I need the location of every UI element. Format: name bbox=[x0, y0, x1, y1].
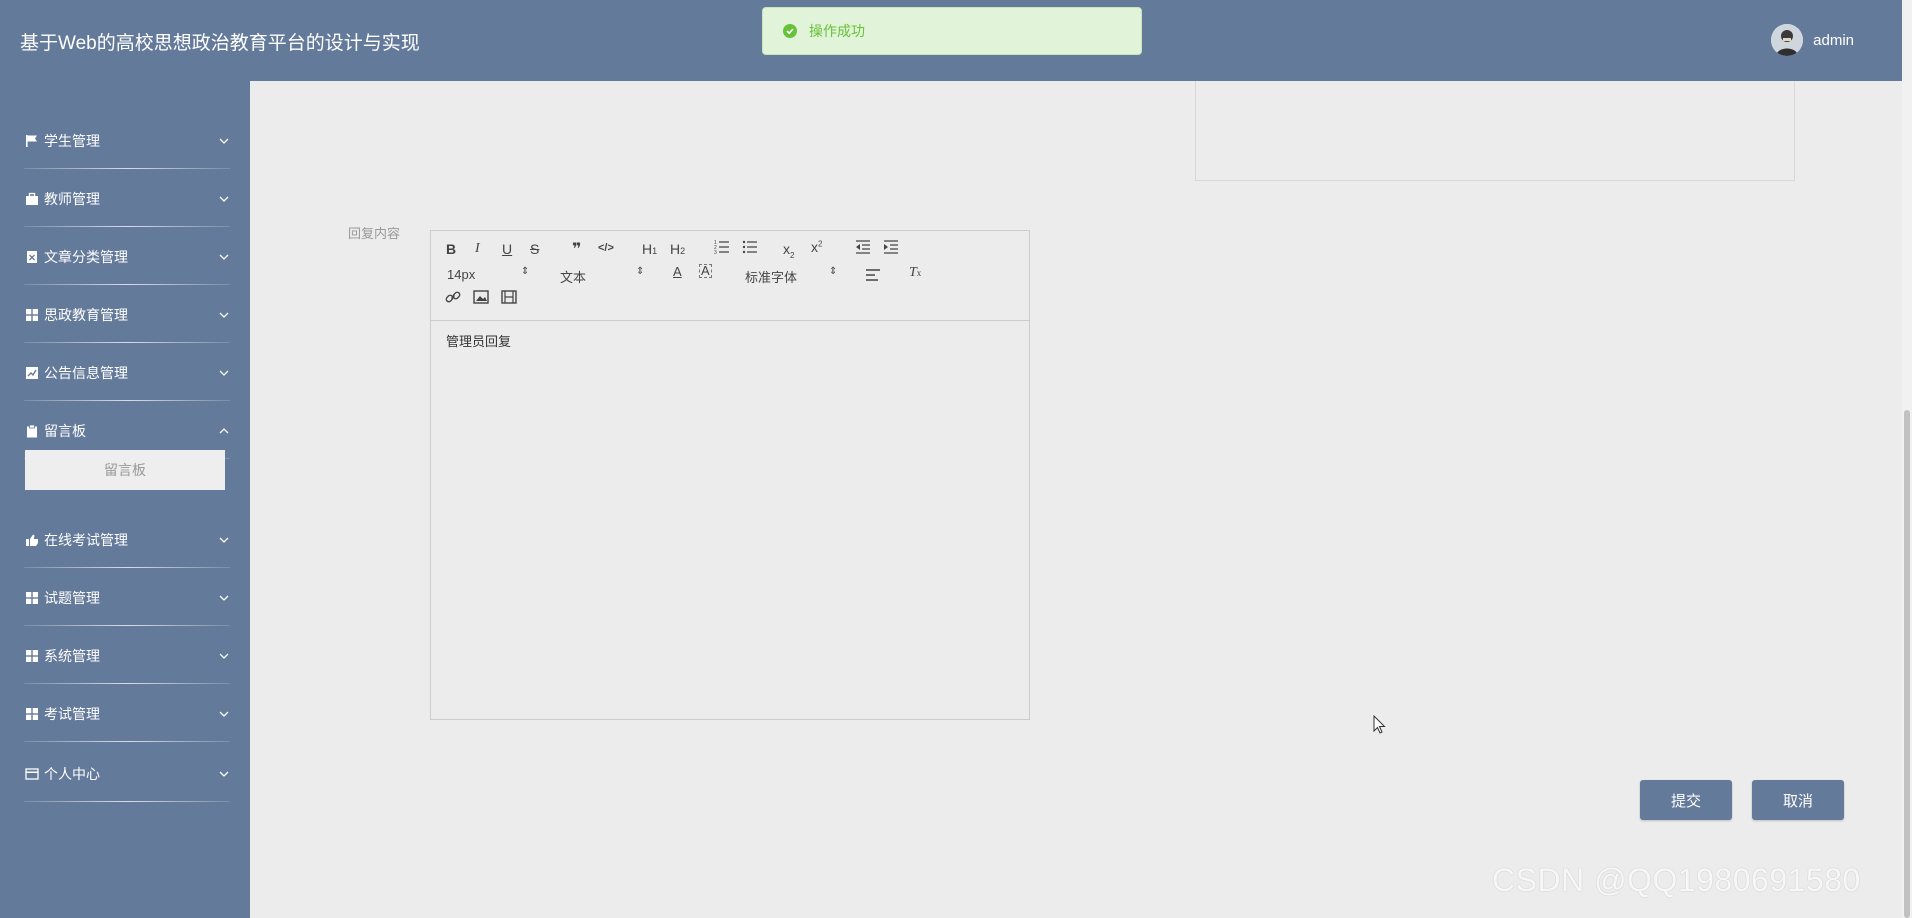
chevron-down-icon bbox=[219, 771, 229, 777]
rich-text-editor[interactable]: B I U S ❞ </> H1 H2 123 x2 x2 14px ⇕ 文本 … bbox=[430, 230, 1030, 720]
svg-text:3: 3 bbox=[714, 250, 717, 255]
font-color-icon[interactable]: A bbox=[673, 264, 682, 279]
sidebar-item-question-bank[interactable]: 试题管理 bbox=[0, 568, 250, 626]
sidebar-item-label: 考试管理 bbox=[44, 706, 100, 722]
image-icon[interactable] bbox=[473, 290, 489, 307]
chevron-down-icon bbox=[219, 711, 229, 717]
video-icon[interactable] bbox=[501, 290, 517, 307]
font-size-select[interactable]: 14px bbox=[447, 267, 475, 282]
chart-icon bbox=[24, 365, 40, 381]
sidebar-item-ideology-education[interactable]: 思政教育管理 bbox=[0, 285, 250, 343]
flag-icon bbox=[24, 133, 40, 149]
submit-button[interactable]: 提交 bbox=[1640, 780, 1732, 820]
ordered-list-icon[interactable]: 123 bbox=[714, 239, 730, 258]
user-menu[interactable]: admin bbox=[1771, 24, 1854, 56]
background-color-icon[interactable]: A bbox=[699, 264, 712, 278]
align-left-icon[interactable] bbox=[865, 268, 881, 284]
username[interactable]: admin bbox=[1813, 32, 1854, 49]
select-arrow-icon: ⇕ bbox=[829, 266, 838, 277]
mouse-cursor-icon bbox=[1373, 715, 1386, 734]
sidebar-item-label: 个人中心 bbox=[44, 766, 100, 782]
heading2-icon[interactable]: H2 bbox=[670, 241, 685, 257]
card-icon bbox=[24, 766, 40, 782]
select-arrow-icon: ⇕ bbox=[521, 266, 530, 277]
chevron-down-icon bbox=[219, 595, 229, 601]
bold-icon[interactable]: B bbox=[446, 241, 456, 257]
sidebar-item-system[interactable]: 系统管理 bbox=[0, 626, 250, 684]
sidebar-item-label: 文章分类管理 bbox=[44, 249, 128, 265]
reply-content-label: 回复内容 bbox=[348, 226, 401, 241]
chevron-down-icon bbox=[219, 370, 229, 376]
chevron-down-icon bbox=[219, 653, 229, 659]
app-title: 基于Web的高校思想政治教育平台的设计与实现 bbox=[20, 33, 420, 54]
cancel-button[interactable]: 取消 bbox=[1752, 780, 1844, 820]
outdent-icon[interactable] bbox=[855, 240, 871, 257]
sidebar-item-student[interactable]: 学生管理 bbox=[0, 111, 250, 169]
grid-icon bbox=[24, 648, 40, 664]
clipboard-icon bbox=[24, 423, 40, 439]
grid-icon bbox=[24, 706, 40, 722]
blockquote-icon[interactable]: ❞ bbox=[572, 239, 581, 259]
grid-icon bbox=[24, 590, 40, 606]
subscript-icon[interactable]: x2 bbox=[783, 241, 794, 260]
sidebar-item-teacher[interactable]: 教师管理 bbox=[0, 169, 250, 227]
link-icon[interactable] bbox=[445, 289, 461, 308]
font-family-select[interactable]: 标准字体 bbox=[745, 267, 797, 286]
sidebar-item-label: 思政教育管理 bbox=[44, 307, 128, 323]
sidebar-item-label: 公告信息管理 bbox=[44, 365, 128, 381]
check-circle-icon bbox=[783, 24, 797, 38]
grid-icon bbox=[24, 307, 40, 323]
heading1-icon[interactable]: H1 bbox=[642, 241, 657, 257]
bullet-list-icon[interactable] bbox=[742, 239, 758, 258]
chevron-down-icon bbox=[219, 537, 229, 543]
document-x-icon bbox=[24, 249, 40, 265]
sidebar-item-label: 系统管理 bbox=[44, 648, 100, 664]
underline-icon[interactable]: U bbox=[502, 241, 512, 257]
italic-icon[interactable]: I bbox=[475, 241, 480, 257]
clear-format-icon[interactable]: Tx bbox=[909, 265, 921, 281]
indent-icon[interactable] bbox=[883, 240, 899, 257]
editor-content[interactable]: 管理员回复 bbox=[446, 331, 511, 350]
chevron-down-icon bbox=[219, 312, 229, 318]
briefcase-icon bbox=[24, 191, 40, 207]
select-arrow-icon: ⇕ bbox=[636, 266, 645, 277]
menu-divider bbox=[24, 801, 230, 802]
chevron-up-icon bbox=[219, 428, 229, 434]
success-toast: 操作成功 bbox=[762, 7, 1142, 55]
strikethrough-icon[interactable]: S bbox=[530, 241, 539, 257]
sidebar-item-online-exam[interactable]: 在线考试管理 bbox=[0, 510, 250, 568]
sidebar-item-personal-center[interactable]: 个人中心 bbox=[0, 744, 250, 802]
main-content: 回复内容 B I U S ❞ </> H1 H2 123 x2 x2 14px … bbox=[250, 81, 1902, 918]
scroll-thumb[interactable] bbox=[1904, 410, 1910, 918]
chevron-down-icon bbox=[219, 138, 229, 144]
menu-divider bbox=[24, 741, 230, 742]
scrollbar[interactable] bbox=[1902, 0, 1912, 918]
sidebar-item-label: 学生管理 bbox=[44, 133, 100, 149]
watermark: CSDN @QQ1980691580 bbox=[1492, 862, 1861, 898]
chevron-down-icon bbox=[219, 254, 229, 260]
sidebar-item-label: 试题管理 bbox=[44, 590, 100, 606]
sidebar-item-label: 在线考试管理 bbox=[44, 532, 128, 548]
sidebar-item-exam[interactable]: 考试管理 bbox=[0, 684, 250, 742]
header-select[interactable]: 文本 bbox=[560, 267, 586, 286]
sidebar: 学生管理 教师管理 文章分类管理 思政教育管理 公告信息管理 留言板 留言板 在… bbox=[0, 81, 250, 918]
avatar[interactable] bbox=[1771, 24, 1804, 56]
sidebar-item-label: 教师管理 bbox=[44, 191, 100, 207]
sidebar-item-announcement[interactable]: 公告信息管理 bbox=[0, 343, 250, 401]
code-block-icon[interactable]: </> bbox=[598, 242, 614, 254]
thumbs-up-icon bbox=[24, 532, 40, 548]
submenu-item-message-board[interactable]: 留言板 bbox=[25, 450, 225, 490]
sidebar-item-article-category[interactable]: 文章分类管理 bbox=[0, 227, 250, 285]
previous-field-box[interactable] bbox=[1195, 81, 1795, 181]
chevron-down-icon bbox=[219, 196, 229, 202]
editor-toolbar: B I U S ❞ </> H1 H2 123 x2 x2 14px ⇕ 文本 … bbox=[431, 231, 1029, 321]
superscript-icon[interactable]: x2 bbox=[811, 239, 822, 255]
sidebar-item-label: 留言板 bbox=[44, 423, 86, 439]
toast-message: 操作成功 bbox=[809, 23, 865, 39]
